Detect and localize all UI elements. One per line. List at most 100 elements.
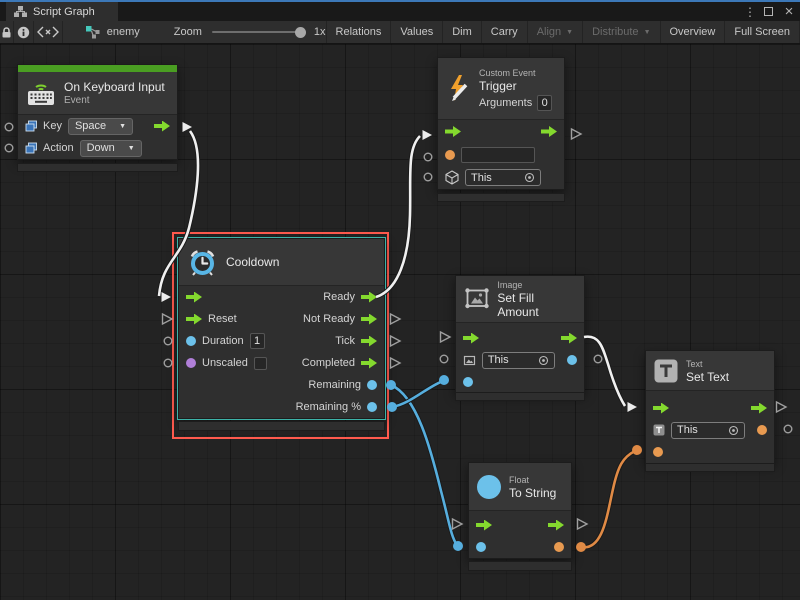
custom-event-flow-out-connector[interactable] <box>570 128 582 140</box>
keycode-type-icon <box>25 120 37 132</box>
carry-button[interactable]: Carry <box>482 21 528 43</box>
ready-output-port[interactable] <box>361 292 377 303</box>
node-float-to-string[interactable]: Float To String <box>468 462 572 559</box>
node-on-keyboard-input[interactable]: On Keyboard Input Event Key Space ▼ Acti… <box>17 64 178 160</box>
action-dropdown[interactable]: Down ▼ <box>80 140 142 157</box>
arguments-label: Arguments <box>479 97 532 109</box>
target-dropdown[interactable]: This <box>465 169 541 186</box>
image-flow-in-connector[interactable] <box>439 331 451 343</box>
remaining-output-port[interactable] <box>367 380 377 390</box>
flow-input-port[interactable] <box>653 403 669 414</box>
remaining-pct-output-port[interactable] <box>367 402 377 412</box>
port-row-target: This <box>456 349 584 371</box>
tostring-flow-out-connector[interactable] <box>576 518 588 530</box>
port-row-fill-amount <box>456 371 584 393</box>
node-category: Float <box>509 474 556 486</box>
align-button[interactable]: Align▼ <box>528 21 583 43</box>
cooldown-flow-in-connector[interactable] <box>160 291 172 303</box>
node-image-set-fill-amount[interactable]: Image Set Fill Amount This <box>455 275 585 394</box>
flow-input-port[interactable] <box>186 292 202 303</box>
fill-amount-input-port[interactable] <box>463 377 473 387</box>
port-row-duration-tick: Duration 1 Tick <box>179 330 384 352</box>
flow-output-port[interactable] <box>154 121 170 132</box>
completed-output-port[interactable] <box>361 358 377 369</box>
keyboard-flow-out-connector[interactable] <box>181 121 193 133</box>
target-dropdown[interactable]: This <box>482 352 555 369</box>
custom-event-icon <box>446 74 471 103</box>
cooldown-reset-connector[interactable] <box>161 313 173 325</box>
tab-bar: Script Graph ⋮ × <box>0 2 800 21</box>
text-flow-in-connector[interactable] <box>626 401 638 413</box>
info-button[interactable] <box>14 21 34 43</box>
text-output-connector[interactable] <box>782 423 794 435</box>
node-custom-event[interactable]: Custom Event Trigger Arguments 0 This <box>437 57 565 190</box>
window-maximize-icon[interactable] <box>759 2 777 21</box>
string-output-port[interactable] <box>554 542 564 552</box>
window-close-icon[interactable]: × <box>780 2 798 21</box>
custom-event-target-connector[interactable] <box>422 171 434 183</box>
lock-icon <box>1 26 12 39</box>
port-row-flow <box>456 327 584 349</box>
flow-output-port[interactable] <box>548 520 564 531</box>
cooldown-duration-connector[interactable] <box>162 335 174 347</box>
zoom-slider[interactable] <box>212 31 304 33</box>
values-button[interactable]: Values <box>391 21 443 43</box>
alarm-clock-icon <box>187 247 218 278</box>
keyboard-action-connector[interactable] <box>3 142 15 154</box>
duration-field[interactable]: 1 <box>250 333 265 349</box>
keyboard-key-connector[interactable] <box>3 121 15 133</box>
port-row-value <box>469 536 571 558</box>
flow-input-port[interactable] <box>445 126 461 137</box>
target-dropdown[interactable]: This <box>671 422 745 439</box>
event-accent-bar <box>18 65 177 72</box>
unscaled-checkbox[interactable] <box>254 357 267 370</box>
text-flow-out-connector[interactable] <box>775 401 787 413</box>
relations-button[interactable]: Relations <box>327 21 392 43</box>
graph-reference-icon <box>85 25 101 39</box>
node-category: Custom Event <box>479 67 552 79</box>
zoom-value: 1x <box>314 26 326 38</box>
flow-input-port[interactable] <box>463 333 479 344</box>
string-input-port[interactable] <box>445 150 455 160</box>
distribute-button[interactable]: Distribute▼ <box>583 21 660 43</box>
cooldown-completed-connector[interactable] <box>389 357 401 369</box>
lock-button[interactable] <box>0 21 14 43</box>
flow-output-port[interactable] <box>561 333 577 344</box>
image-output-connector[interactable] <box>592 353 604 365</box>
cooldown-not-ready-connector[interactable] <box>389 313 401 325</box>
arguments-field[interactable]: 0 <box>537 95 552 111</box>
port-row-key: Key Space ▼ <box>18 115 177 137</box>
node-cooldown[interactable]: Cooldown Ready Reset Not Ready Duration … <box>178 238 385 419</box>
key-dropdown[interactable]: Space ▼ <box>68 118 133 135</box>
float-input-port[interactable] <box>476 542 486 552</box>
unscaled-input-port[interactable] <box>186 358 196 368</box>
caret-down-icon: ▼ <box>128 145 135 152</box>
caret-down-icon: ▼ <box>566 29 573 36</box>
not-ready-output-port[interactable] <box>361 314 377 325</box>
custom-event-flow-in-connector[interactable] <box>421 129 433 141</box>
edit-source-button[interactable] <box>34 21 63 43</box>
full-screen-button[interactable]: Full Screen <box>725 21 800 43</box>
tab-script-graph[interactable]: Script Graph <box>6 2 118 21</box>
text-input-port[interactable] <box>653 447 663 457</box>
cooldown-tick-connector[interactable] <box>389 335 401 347</box>
duration-input-port[interactable] <box>186 336 196 346</box>
cooldown-unscaled-connector[interactable] <box>162 357 174 369</box>
zoom-slider-handle[interactable] <box>295 27 306 38</box>
text-icon <box>654 359 678 383</box>
overview-button[interactable]: Overview <box>661 21 726 43</box>
tick-output-port[interactable] <box>361 336 377 347</box>
text-output-port[interactable] <box>757 425 767 435</box>
window-menu-icon[interactable]: ⋮ <box>741 2 759 21</box>
flow-input-port[interactable] <box>476 520 492 531</box>
flow-output-port[interactable] <box>751 403 767 414</box>
reset-input-port[interactable] <box>186 314 202 325</box>
dim-button[interactable]: Dim <box>443 21 482 43</box>
image-output-port[interactable] <box>567 355 577 365</box>
custom-event-name-connector[interactable] <box>422 151 434 163</box>
flow-output-port[interactable] <box>541 126 557 137</box>
event-name-field[interactable] <box>461 147 535 163</box>
tostring-flow-in-connector[interactable] <box>451 518 463 530</box>
image-target-connector[interactable] <box>438 353 450 365</box>
node-text-set-text[interactable]: Text Set Text This <box>645 350 775 464</box>
